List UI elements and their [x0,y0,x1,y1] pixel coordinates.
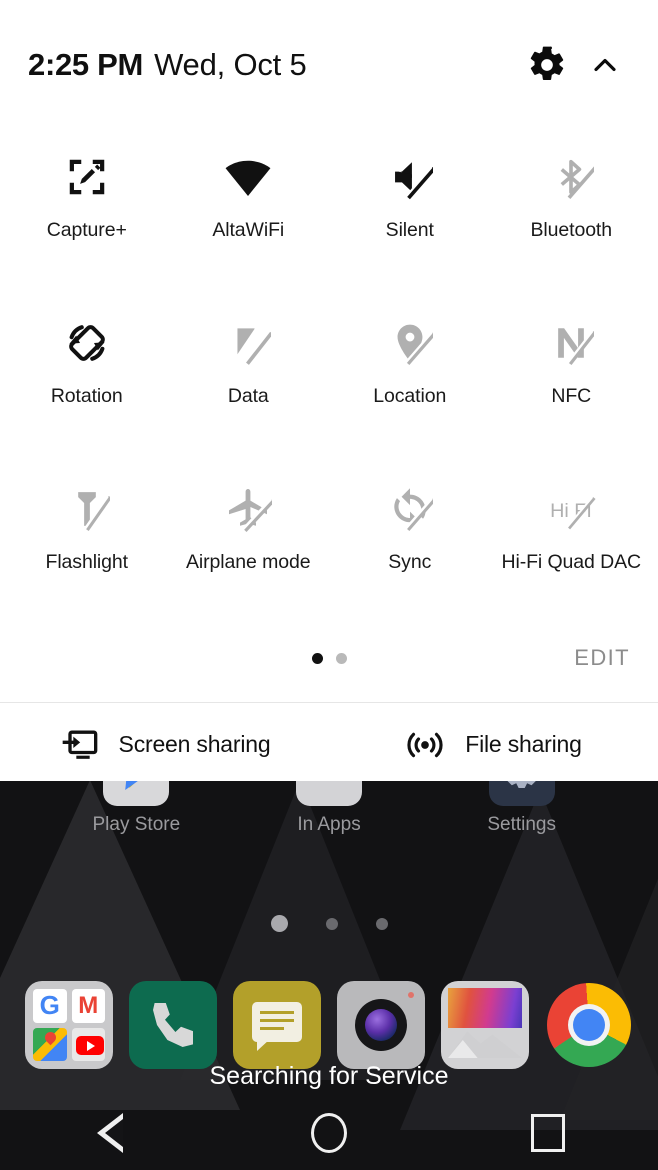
volume-mute-icon [379,146,441,208]
svg-text:Hi FI: Hi FI [550,500,592,522]
recents-icon [531,1114,566,1152]
youtube-mini-icon [71,1027,105,1061]
tile-row: Flashlight Airplane mode Sync Hi FI Hi-F… [6,462,652,628]
navigation-bar [0,1096,658,1170]
flashlight-off-icon [56,478,118,540]
quick-settings-pager: EDIT [0,628,658,688]
gmail-mini-icon [71,989,105,1023]
home-page-dot-active[interactable] [270,915,288,932]
camera-lens [365,1009,397,1041]
home-app-label: In Apps [297,814,361,835]
tile-label: Hi-Fi Quad DAC [501,551,642,573]
location-off-icon [379,312,441,374]
maps-mini-icon [33,1027,67,1061]
home-dock [0,975,658,1075]
service-status-text: Searching for Service [209,1062,449,1090]
tile-label: Data [227,385,269,407]
tile-label: Location [373,385,447,407]
tile-bluetooth[interactable]: Bluetooth [491,130,653,296]
tile-row: Capture+ AltaWiFi Silent Bluetooth [6,130,652,296]
clock-date: Wed, Oct 5 [154,47,307,82]
tile-hifi-quad-dac[interactable]: Hi FI Hi-Fi Quad DAC [491,462,653,628]
chrome-icon[interactable] [545,981,633,1069]
nfc-off-icon [540,312,602,374]
messages-icon[interactable] [233,981,321,1069]
wifi-icon [217,146,279,208]
tile-label: Capture+ [46,219,127,241]
home-app-label: Play Store [92,814,181,835]
screen-sharing-button[interactable]: Screen sharing [0,725,329,765]
tile-label: NFC [551,385,592,407]
camera-indicator [408,992,414,998]
gallery-icon[interactable] [441,981,529,1069]
tile-label: Airplane mode [186,551,311,573]
tile-wifi[interactable]: AltaWiFi [168,130,330,296]
google-search-mini-icon [33,989,67,1023]
sharing-row: Screen sharing File sharing [0,702,658,786]
tile-label: Bluetooth [530,219,613,241]
chevron-up-icon [594,58,616,72]
tile-data[interactable]: Data [168,296,330,462]
home-page-dot[interactable] [375,917,388,930]
clock-time: 2:25 PM [28,47,144,82]
home-page-dot[interactable] [325,917,338,930]
page-dot-active[interactable] [311,652,323,664]
nav-back-button[interactable] [0,1113,219,1153]
gear-icon [530,46,564,80]
chrome-blue-center [573,1009,605,1041]
clock-block[interactable]: 2:25 PM Wed, Oct 5 [28,47,518,83]
phone-screen: Play Store In Apps Settings G M Searchin… [0,0,658,1170]
quick-settings-panel: 2:25 PM Wed, Oct 5 Capture+ AltaWiFi Sil… [0,0,658,781]
tile-label: Silent [385,219,434,241]
sync-off-icon [379,478,441,540]
quick-settings-tiles: Capture+ AltaWiFi Silent Bluetooth Rotat… [0,130,658,628]
home-app-label: Settings [487,814,556,835]
home-icon [310,1113,347,1153]
file-sharing-button[interactable]: File sharing [329,725,658,765]
page-dot[interactable] [335,652,347,664]
airplane-off-icon [217,478,279,540]
message-lines [260,1011,294,1033]
hifi-off-icon: Hi FI [540,478,602,540]
google-folder-icon[interactable] [25,981,113,1069]
tile-silent[interactable]: Silent [329,130,491,296]
tile-row: Rotation Data Location NFC [6,296,652,462]
nav-home-button[interactable] [219,1113,438,1153]
tile-rotation[interactable]: Rotation [6,296,168,462]
tile-sync[interactable]: Sync [329,462,491,628]
screen-sharing-label: Screen sharing [118,731,271,757]
broadcast-icon [407,732,443,757]
settings-button[interactable] [518,45,576,85]
file-sharing-label: File sharing [465,731,582,757]
camera-icon[interactable] [337,981,425,1069]
cast-screen-icon [62,730,97,759]
tile-label: AltaWiFi [212,219,285,241]
nav-recents-button[interactable] [439,1114,658,1152]
tile-location[interactable]: Location [329,296,491,462]
page-indicator [311,652,347,664]
edit-button[interactable]: EDIT [574,645,630,671]
tile-airplane-mode[interactable]: Airplane mode [168,462,330,628]
tile-label: Sync [388,551,432,573]
capture-plus-icon [56,146,118,208]
tile-nfc[interactable]: NFC [491,296,653,462]
quick-settings-header: 2:25 PM Wed, Oct 5 [0,0,658,130]
tile-capture-plus[interactable]: Capture+ [6,130,168,296]
mobile-data-off-icon [217,312,279,374]
tile-label: Rotation [50,385,123,407]
home-page-indicator [0,915,658,932]
tile-flashlight[interactable]: Flashlight [6,462,168,628]
back-icon [96,1113,123,1153]
bluetooth-off-icon [540,146,602,208]
phone-icon[interactable] [129,981,217,1069]
tile-label: Flashlight [45,551,129,573]
screen-rotation-icon [56,312,118,374]
collapse-panel-button[interactable] [576,47,634,83]
